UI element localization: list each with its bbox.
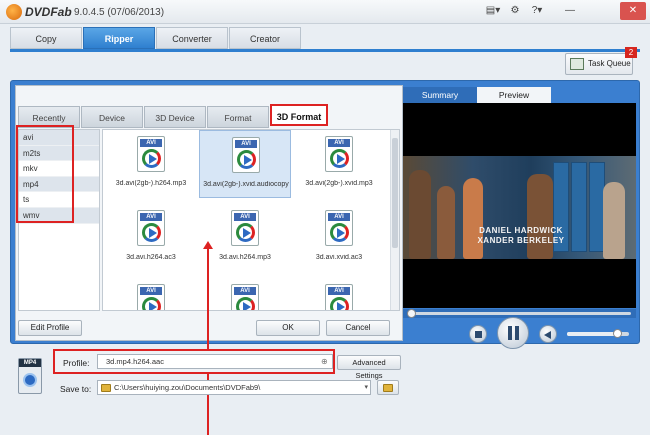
app-logo-text: DVDFab [25, 5, 72, 19]
annotation-arrowhead [203, 241, 213, 249]
app-version: 9.0.4.5 (07/06/2013) [74, 7, 165, 18]
tab-device[interactable]: Device [81, 106, 143, 128]
task-list-icon [570, 58, 584, 70]
seek-bar[interactable] [403, 309, 636, 318]
grid-scrollbar[interactable] [390, 130, 399, 310]
minimize-icon[interactable]: — [563, 4, 577, 18]
seek-knob[interactable] [407, 309, 416, 318]
video-preview: DANIEL HARDWICK XANDER BERKELEY [403, 103, 636, 308]
profile-item[interactable]: AVI 3d.avi.h264.ac3 [105, 204, 197, 272]
profile-label: Profile: [63, 358, 90, 368]
task-count-badge: 2 [625, 47, 637, 58]
pin-icon[interactable]: ⊕ [321, 357, 328, 366]
task-queue-button[interactable]: Task Queue 2 [565, 47, 637, 75]
stop-icon [475, 331, 482, 338]
profile-item-label: 3d.avi.xvid.ac3 [315, 254, 363, 261]
title-bar: DVDFab 9.0.4.5 (07/06/2013) ▤▾ ⚙ ?▾ — ✕ [0, 0, 650, 24]
profile-item[interactable]: AVI 3d.avi.xvid.ac3 [293, 204, 385, 272]
folder-open-icon [383, 384, 393, 392]
stop-button[interactable] [469, 325, 487, 343]
avi-file-icon: AVI [137, 136, 165, 172]
seek-track[interactable] [409, 312, 631, 315]
profile-item[interactable]: AVI [105, 278, 197, 310]
video-credit-text: DANIEL HARDWICK XANDER BERKELEY [477, 226, 565, 245]
main-panel: Recently Device 3D Device Format 3D Form… [10, 80, 640, 435]
output-settings-bar: MP4 Profile: 3d.mp4.h264.aac ⊕ Advanced … [0, 346, 650, 409]
video-frame: DANIEL HARDWICK XANDER BERKELEY [403, 156, 636, 259]
profile-item[interactable]: AVI [199, 278, 291, 310]
tab-preview[interactable]: Preview [477, 87, 551, 103]
chevron-down-icon[interactable]: ▾ [364, 381, 368, 394]
preview-pane: Summary Preview DANIEL HARDWICK XANDER B… [403, 85, 636, 349]
cancel-button[interactable]: Cancel [326, 320, 390, 336]
pause-button[interactable] [497, 317, 529, 349]
tab-ripper[interactable]: Ripper [83, 27, 155, 49]
gear-icon[interactable]: ⚙ [508, 4, 522, 18]
browse-folder-button[interactable] [377, 380, 399, 395]
profile-item-label: 3d.avi(2gb-).xvid.mp3 [305, 180, 373, 187]
profile-item[interactable]: AVI 3d.avi(2gb-).h264.mp3 [105, 130, 197, 198]
tab-copy[interactable]: Copy [10, 27, 82, 49]
main-tab-bar: Copy Ripper Converter Creator [10, 27, 302, 49]
view-menu-icon[interactable]: ▤▾ [484, 4, 502, 18]
save-path-field[interactable]: C:\Users\huiying.zou\Documents\DVDFab9\ … [97, 380, 371, 395]
tab-strip-divider [10, 49, 640, 52]
avi-file-icon: AVI [231, 210, 259, 246]
profile-item-label: 3d.avi.h264.ac3 [126, 254, 176, 261]
folder-icon [101, 384, 111, 392]
profile-item[interactable]: AVI 3d.avi.h264.mp3 [199, 204, 291, 272]
tab-format[interactable]: Format [207, 106, 269, 128]
tab-converter[interactable]: Converter [156, 27, 228, 49]
format-list-highlight [16, 125, 74, 223]
avi-file-icon: AVI [137, 284, 165, 310]
avi-file-icon: AVI [232, 137, 260, 173]
help-icon[interactable]: ?▾ [528, 4, 546, 18]
profile-item-selected[interactable]: AVI 3d.avi(2gb-).xvid.audiocopy [199, 130, 291, 198]
dvdfab-logo-icon [6, 4, 22, 20]
task-queue-label: Task Queue [588, 59, 631, 68]
save-to-label: Save to: [60, 384, 92, 394]
tab-3d-format[interactable]: 3D Format [270, 104, 328, 126]
profile-field[interactable]: 3d.mp4.h264.aac ⊕ [97, 354, 333, 369]
avi-file-icon: AVI [325, 210, 353, 246]
edit-profile-button[interactable]: Edit Profile [18, 320, 82, 336]
mp4-output-icon: MP4 [18, 358, 42, 394]
speaker-icon [544, 331, 551, 339]
profile-item[interactable]: AVI [293, 278, 385, 310]
profile-grid: AVI 3d.avi(2gb-).h264.mp3 AVI 3d.avi(2gb… [102, 129, 400, 311]
avi-file-icon: AVI [231, 284, 259, 310]
pause-icon [508, 326, 512, 340]
scrollbar-thumb[interactable] [392, 138, 398, 248]
tab-creator[interactable]: Creator [229, 27, 301, 49]
avi-file-icon: AVI [325, 284, 353, 310]
avi-file-icon: AVI [137, 210, 165, 246]
close-icon[interactable]: ✕ [620, 2, 646, 20]
profile-item[interactable]: AVI 3d.avi(2gb-).xvid.mp3 [293, 130, 385, 198]
volume-button[interactable] [539, 325, 557, 343]
avi-file-icon: AVI [325, 136, 353, 172]
profile-item-label: 3d.avi.h264.mp3 [219, 254, 271, 261]
profile-selector-pane: Recently Device 3D Device Format 3D Form… [15, 85, 403, 341]
advanced-settings-button[interactable]: Advanced Settings [337, 355, 401, 380]
preview-tabs: Summary Preview [403, 87, 551, 103]
profile-item-label: 3d.avi(2gb-).h264.mp3 [115, 180, 187, 187]
profile-item-label: 3d.avi(2gb-).xvid.audiocopy [203, 181, 289, 188]
volume-knob[interactable] [613, 329, 622, 338]
tab-3d-device[interactable]: 3D Device [144, 106, 206, 128]
tab-summary[interactable]: Summary [403, 87, 477, 103]
ok-button[interactable]: OK [256, 320, 320, 336]
